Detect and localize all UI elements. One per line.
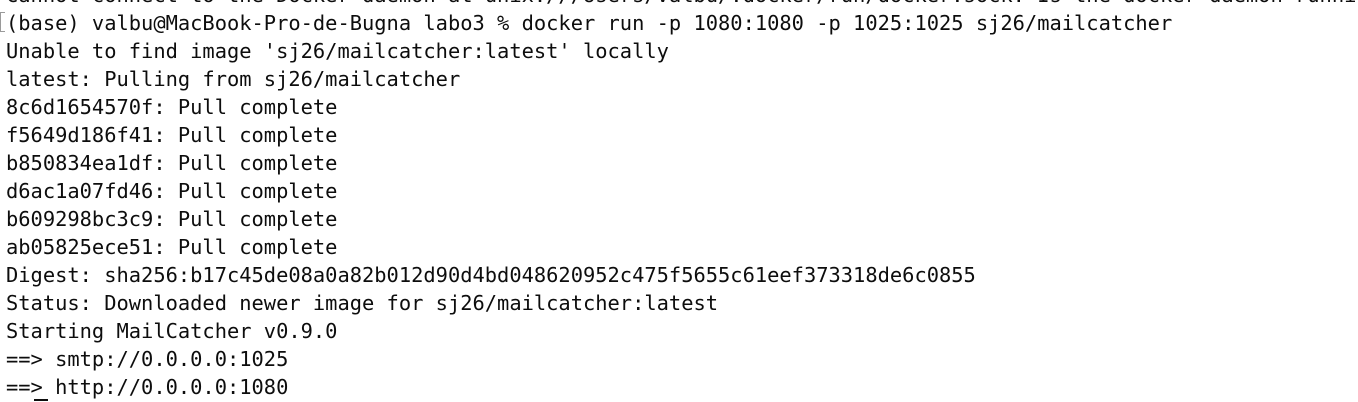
terminal-window[interactable]: Cannot connect to the Docker daemon at u… — [0, 0, 1358, 402]
output-line: Unable to find image 'sj26/mailcatcher:l… — [6, 39, 669, 63]
output-line-smtp: ==> smtp://0.0.0.0:1025 — [6, 347, 289, 371]
output-line: Starting MailCatcher v0.9.0 — [6, 319, 338, 343]
output-line-status: Status: Downloaded newer image for sj26/… — [6, 291, 719, 315]
output-line: b609298bc3c9: Pull complete — [6, 207, 338, 231]
output-line-http-container: ==> http://0.0.0.0:1080 — [6, 373, 1358, 401]
output-line: latest: Pulling from sj26/mailcatcher — [6, 67, 461, 91]
terminal-output: Cannot connect to the Docker daemon at u… — [6, 0, 1358, 401]
output-line: 8c6d1654570f: Pull complete — [6, 95, 338, 119]
output-line-http: ==> http://0.0.0.0:1080 — [6, 375, 289, 399]
output-line: ab05825ece51: Pull complete — [6, 235, 338, 259]
output-line-previous-error: Cannot connect to the Docker daemon at u… — [6, 0, 1358, 9]
command-line: (base) valbu@MacBook-Pro-de-Bugna labo3 … — [6, 11, 1173, 35]
output-line: f5649d186f41: Pull complete — [6, 123, 338, 147]
output-line-digest: Digest: sha256:b17c45de08a0a82b012d90d4b… — [6, 263, 976, 287]
output-line: b850834ea1df: Pull complete — [6, 151, 338, 175]
prompt-mark — [0, 12, 5, 32]
text-cursor — [34, 399, 48, 401]
output-line: d6ac1a07fd46: Pull complete — [6, 179, 338, 203]
